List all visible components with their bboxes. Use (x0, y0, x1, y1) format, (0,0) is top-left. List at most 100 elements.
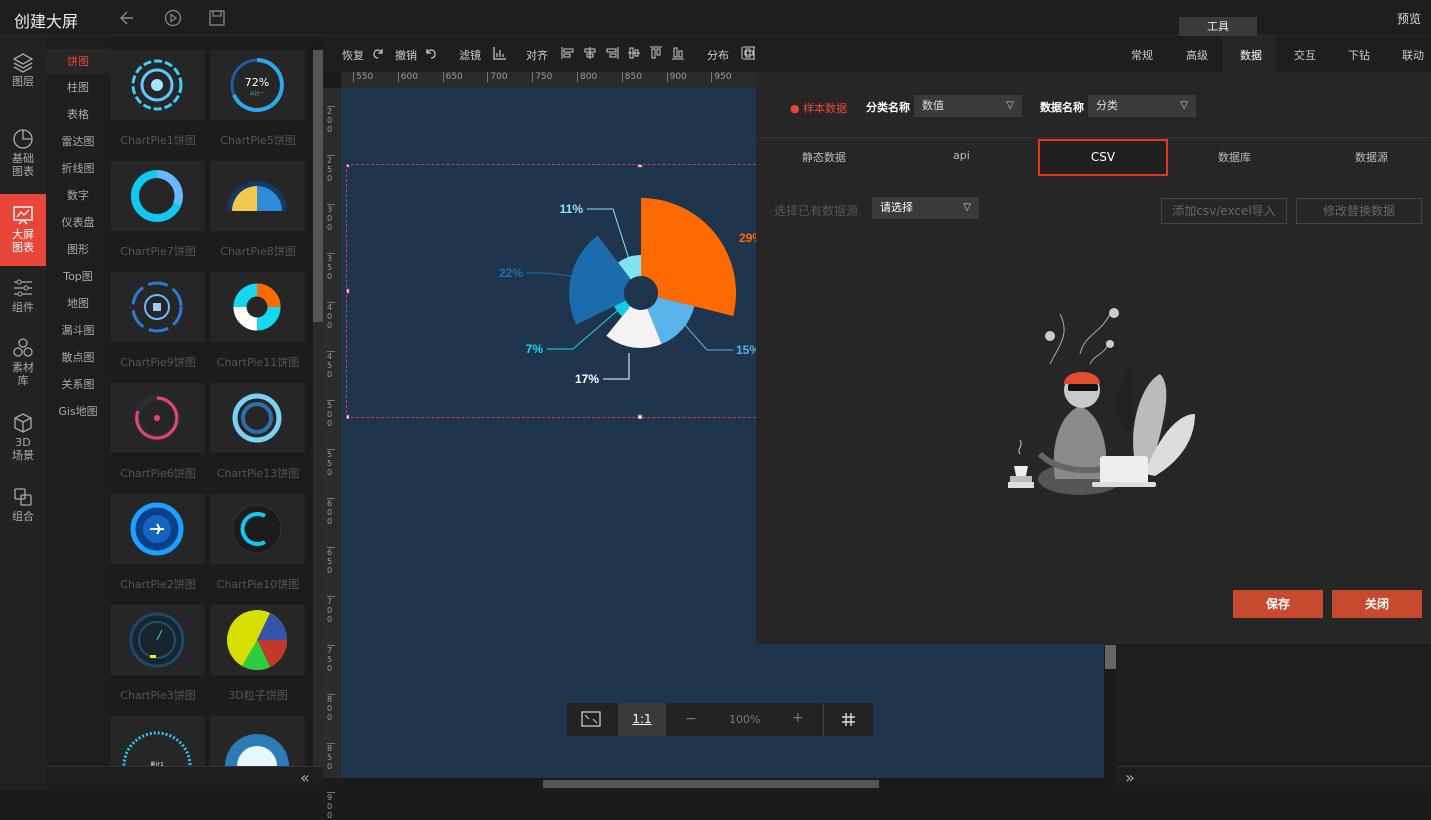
align-bottom-icon[interactable] (671, 46, 685, 63)
chart-thumbnail[interactable]: ChartPie10饼图 (210, 480, 305, 591)
close-button[interactable]: 关闭 (1332, 590, 1422, 618)
save-button[interactable]: 保存 (1233, 590, 1323, 618)
chart-thumbnail[interactable]: 累计140% (110, 702, 205, 766)
sample-data-link[interactable]: ● 样本数据 (790, 100, 847, 116)
category-item[interactable]: 饼图 (46, 49, 110, 75)
category-item[interactable]: 地图 (46, 295, 110, 311)
grid-icon[interactable] (841, 712, 856, 730)
nav-screen-charts[interactable]: 大屏图表 (0, 194, 46, 266)
chart-thumbnail[interactable]: 72% 占比一 ChartPie5饼图 (210, 36, 305, 147)
category-item[interactable]: 雷达图 (46, 133, 110, 149)
category-item[interactable]: 漏斗图 (46, 322, 110, 338)
ruler-v-label: 500 (327, 400, 335, 428)
zoom-in-button[interactable]: + (792, 710, 804, 726)
chart-thumbnail[interactable]: ChartPie2饼图 (110, 480, 205, 591)
align-middle-icon[interactable] (627, 46, 641, 63)
category-item[interactable]: 折线图 (46, 160, 110, 176)
chart-thumbnail[interactable]: ChartPie6饼图 (110, 369, 205, 480)
panel-tab[interactable]: 常规 (1131, 47, 1153, 63)
panel-divider (756, 137, 1431, 138)
category-item[interactable]: 表格 (46, 106, 110, 122)
app-title: 创建大屏 (14, 12, 79, 31)
panel-tab[interactable]: 数据 (1240, 47, 1262, 63)
redo-icon[interactable] (371, 46, 385, 63)
data-name-select[interactable]: 分类 ▽ (1088, 95, 1196, 117)
distribute-v-icon[interactable] (742, 46, 756, 63)
chart-thumbnail[interactable]: 3D粒子饼图 (210, 591, 305, 702)
align-top-icon[interactable] (649, 46, 663, 63)
save-icon[interactable] (208, 9, 226, 27)
play-icon[interactable] (164, 9, 182, 27)
preview-button[interactable]: 预览 (1397, 10, 1421, 27)
tools-tab[interactable]: 工具 (1179, 17, 1257, 36)
zoom-out-button[interactable]: − (685, 711, 697, 727)
panel-tab[interactable]: 交互 (1294, 47, 1316, 63)
thumb-scrollbar[interactable] (313, 50, 323, 766)
category-item[interactable]: 数字 (46, 187, 110, 203)
resize-handle[interactable] (344, 414, 350, 420)
selected-chart-frame[interactable]: 29% 15% 17% 7% 22% 11% (344, 162, 766, 420)
chart-thumbnail[interactable]: ChartPie13饼图 (210, 369, 305, 480)
chart-thumbnail[interactable]: ChartPie7饼图 (110, 147, 205, 258)
ratio-1-1-button[interactable]: 1:1 (618, 703, 666, 736)
resize-handle[interactable] (637, 162, 643, 168)
undo-button[interactable]: 撤销 (395, 47, 417, 63)
top-bar: 创建大屏 工具 预览 (0, 0, 1431, 36)
canvas-horizontal-scrollbar[interactable] (341, 778, 1117, 790)
align-center-icon[interactable] (583, 46, 597, 63)
nav-materials[interactable]: 素材库 (0, 337, 46, 393)
align-left-icon[interactable] (561, 46, 575, 63)
source-tab-csv[interactable]: CSV (1038, 139, 1168, 176)
chart-thumbnail[interactable]: ChartPie9饼图 (110, 258, 205, 369)
ruler-label: 600 (397, 72, 418, 82)
panel-tab[interactable]: 联动 (1402, 47, 1424, 63)
replace-data-button[interactable]: 修改替换数据 (1296, 198, 1422, 224)
nav-components-label: 组件 (12, 301, 34, 314)
collapse-right-icon[interactable]: » (1125, 768, 1135, 787)
source-tab-datasource[interactable]: 数据源 (1355, 149, 1388, 165)
category-item[interactable]: Gis地图 (46, 403, 110, 419)
back-icon[interactable] (118, 9, 136, 27)
category-item[interactable]: 散点图 (46, 349, 110, 365)
ruler-v-label: 350 (327, 253, 335, 281)
category-item[interactable]: 仪表盘 (46, 214, 110, 230)
nav-basic-charts[interactable]: 基础图表 (0, 128, 46, 188)
category-item[interactable]: 图形 (46, 241, 110, 257)
nav-3d-scene[interactable]: 3D场景 (0, 412, 46, 468)
fit-screen-icon[interactable] (581, 711, 601, 730)
group-icon (14, 488, 32, 506)
restore-button[interactable]: 恢复 (342, 47, 364, 63)
ruler-v-label: 850 (327, 743, 335, 771)
source-tab-static[interactable]: 静态数据 (802, 149, 846, 165)
distribute-button[interactable]: 分布 (707, 47, 729, 63)
filter-chart-icon[interactable] (493, 46, 507, 63)
category-item[interactable]: Top图 (46, 268, 110, 284)
add-csv-button[interactable]: 添加csv/excel导入 (1161, 198, 1287, 224)
nav-layers[interactable]: 图层 (0, 51, 46, 101)
source-tab-database[interactable]: 数据库 (1218, 149, 1251, 165)
source-tab-api[interactable]: api (953, 149, 970, 162)
panel-tab[interactable]: 高级 (1186, 47, 1208, 63)
panel-tab[interactable]: 下钻 (1348, 47, 1370, 63)
resize-handle[interactable] (344, 162, 350, 168)
align-right-icon[interactable] (605, 46, 619, 63)
undo-icon[interactable] (424, 46, 438, 63)
pie-leader-line (684, 324, 733, 351)
thumbnail-preview (210, 161, 305, 231)
chart-thumbnail[interactable]: ChartPie8饼图 (210, 147, 305, 258)
chart-thumbnail[interactable]: ChartPie3饼图 (110, 591, 205, 702)
choose-datasource-select[interactable]: 请选择 ▽ (872, 197, 979, 219)
chart-thumbnail[interactable]: ChartPie1饼图 (110, 36, 205, 147)
collapse-left-icon[interactable]: « (300, 768, 310, 787)
category-name-select[interactable]: 数值 ▽ (914, 95, 1022, 117)
resize-handle[interactable] (637, 414, 643, 420)
align-button[interactable]: 对齐 (526, 47, 548, 63)
nav-group[interactable]: 组合 (0, 486, 46, 526)
category-item[interactable]: 柱图 (46, 79, 110, 95)
category-item[interactable]: 关系图 (46, 376, 110, 392)
filter-button[interactable]: 滤镜 (459, 47, 481, 63)
chart-thumbnail[interactable]: ChartPie11饼图 (210, 258, 305, 369)
nav-components[interactable]: 组件 (0, 277, 46, 317)
chart-thumbnail[interactable] (210, 702, 305, 766)
resize-handle[interactable] (344, 288, 350, 294)
